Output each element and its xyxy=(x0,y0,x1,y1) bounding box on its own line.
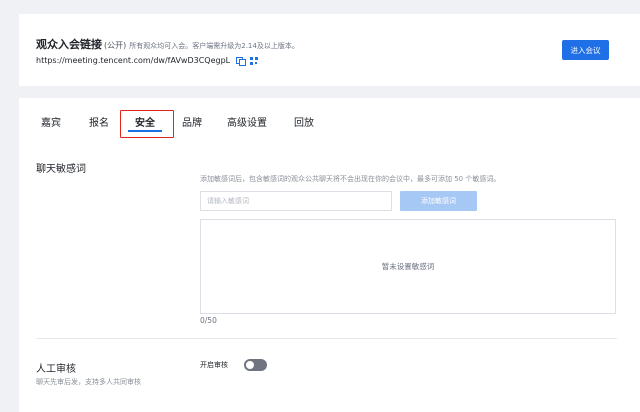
link-title-row: 观众入会链接 (公开) 所有观众均可入会。客户端需升级为2.14及以上版本。 xyxy=(36,36,299,52)
meeting-url: https://meeting.tencent.com/dw/fAVwD3CQe… xyxy=(36,56,231,65)
add-sensitive-word-button[interactable]: 添加敏感词 xyxy=(400,191,477,211)
url-row: https://meeting.tencent.com/dw/fAVwD3CQe… xyxy=(36,56,259,66)
copy-icon[interactable] xyxy=(236,56,246,66)
tab-registration[interactable]: 报名 xyxy=(89,114,109,129)
link-note: 所有观众均可入会。客户端需升级为2.14及以上版本。 xyxy=(129,42,299,50)
empty-state-text: 暂未设置敏感词 xyxy=(381,262,435,271)
sensitive-words-title: 聊天敏感词 xyxy=(36,164,86,175)
sensitive-word-input[interactable] xyxy=(200,191,392,211)
section-divider xyxy=(36,338,617,339)
join-meeting-button[interactable]: 进入会议 xyxy=(562,40,609,60)
review-toggle[interactable] xyxy=(244,359,267,371)
sensitive-words-hint: 添加敏感词后，包含敏感词的观众公共聊天将不会出现在你的会议中，最多可添加 50 … xyxy=(200,175,501,183)
link-title: 观众入会链接 xyxy=(36,38,102,51)
manual-review-title: 人工审核 xyxy=(36,364,76,375)
qr-code-icon[interactable] xyxy=(250,56,259,65)
manual-review-description: 聊天先审后发，支持多人共同审核 xyxy=(36,378,141,386)
security-tab-highlight xyxy=(120,110,174,138)
link-card: 观众入会链接 (公开) 所有观众均可入会。客户端需升级为2.14及以上版本。 h… xyxy=(19,14,640,86)
sensitive-word-count: 0/50 xyxy=(200,316,217,325)
settings-card: 嘉宾 报名 安全 品牌 高级设置 回放 聊天敏感词 添加敏感词后，包含敏感词的观… xyxy=(19,98,640,412)
tab-advanced-settings[interactable]: 高级设置 xyxy=(227,114,267,129)
public-tag: (公开) xyxy=(104,41,127,50)
toggle-knob xyxy=(246,361,254,369)
tab-branding[interactable]: 品牌 xyxy=(182,114,202,129)
tab-replay[interactable]: 回放 xyxy=(294,114,314,129)
review-toggle-label: 开启审核 xyxy=(200,361,228,369)
sensitive-word-list: 暂未设置敏感词 xyxy=(200,219,616,314)
tab-guests[interactable]: 嘉宾 xyxy=(41,114,61,129)
